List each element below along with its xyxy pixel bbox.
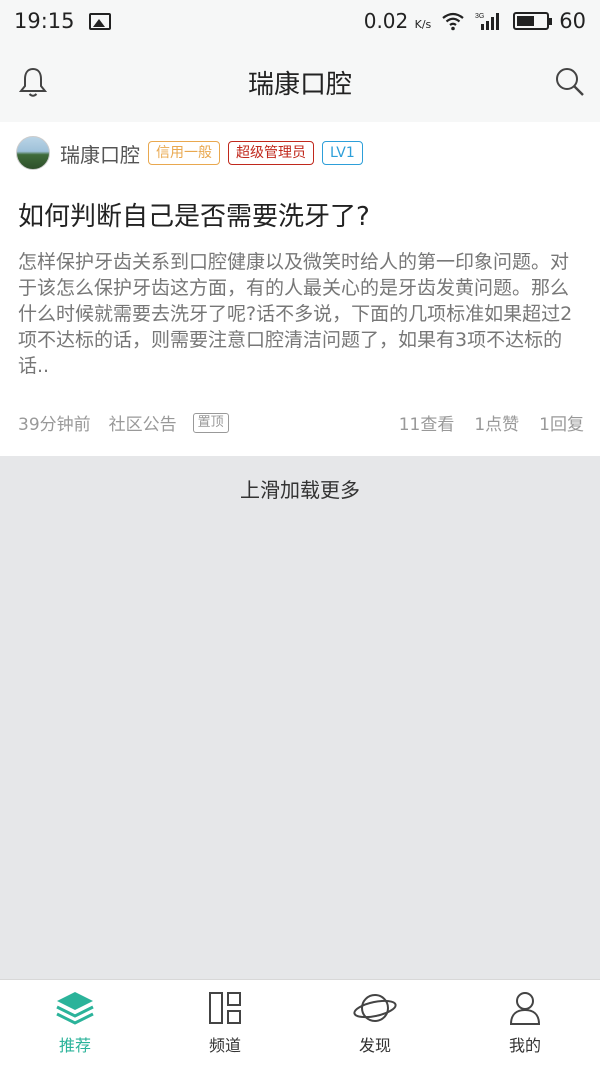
network-speed-value: 0.02 <box>363 9 409 33</box>
tab-discover[interactable]: 发现 <box>300 980 450 1067</box>
level-badge: LV1 <box>322 141 363 165</box>
author-name[interactable]: 瑞康口腔 <box>60 139 140 168</box>
person-icon <box>509 992 541 1025</box>
image-notification-icon <box>88 12 111 30</box>
search-icon[interactable] <box>554 66 586 98</box>
page-title: 瑞康口腔 <box>247 69 352 100</box>
status-time: 19:15 <box>14 9 75 33</box>
post-meta: 39分钟前 社区公告 置顶 11查看 1点赞 1回复 <box>18 410 584 435</box>
role-badge: 超级管理员 <box>228 141 314 165</box>
tab-label-discover: 发现 <box>358 1036 391 1055</box>
pinned-badge: 置顶 <box>192 412 229 433</box>
load-more-hint: 上滑加载更多 <box>240 478 360 502</box>
status-bar: 19:15 0.02 K/s 3G 60 <box>0 0 600 42</box>
avatar[interactable] <box>16 136 50 170</box>
view-count: 11查看 <box>398 415 455 435</box>
post-stats: 11查看 1点赞 1回复 <box>399 410 584 435</box>
battery-level: 60 <box>559 9 586 33</box>
planet-icon <box>353 994 397 1022</box>
bottom-tab-bar: 推荐 频道 发现 我的 <box>0 979 600 1067</box>
tab-label-mine: 我的 <box>508 1036 541 1055</box>
signal-icon: 3G <box>475 13 500 30</box>
wifi-icon <box>442 12 464 31</box>
post-category[interactable]: 社区公告 <box>109 410 177 435</box>
network-speed: 0.02 K/s <box>364 9 432 33</box>
post-card[interactable]: 瑞康口腔 信用一般 超级管理员 LV1 如何判断自己是否需要洗牙了? 怎样保护牙… <box>0 122 600 456</box>
status-right: 0.02 K/s 3G 60 <box>364 9 586 33</box>
network-type: 3G <box>475 13 484 20</box>
author-row: 瑞康口腔 信用一般 超级管理员 LV1 <box>16 136 363 170</box>
post-title[interactable]: 如何判断自己是否需要洗牙了? <box>18 196 370 233</box>
network-speed-unit: K/s <box>414 18 432 31</box>
reply-count[interactable]: 1回复 <box>539 410 584 435</box>
app-header: 瑞康口腔 <box>0 42 600 122</box>
credit-badge: 信用一般 <box>148 141 220 165</box>
tab-mine[interactable]: 我的 <box>450 980 600 1067</box>
post-time: 39分钟前 <box>18 415 91 435</box>
tab-channel[interactable]: 频道 <box>150 980 300 1067</box>
like-count[interactable]: 1点赞 <box>474 410 519 435</box>
tab-recommend[interactable]: 推荐 <box>0 980 150 1067</box>
grid-icon <box>209 992 241 1024</box>
battery-icon <box>513 12 553 30</box>
tab-label-channel: 频道 <box>208 1036 241 1055</box>
post-excerpt[interactable]: 怎样保护牙齿关系到口腔健康以及微笑时给人的第一印象问题。对于该怎么保护牙齿这方面… <box>18 249 584 379</box>
tab-label-recommend: 推荐 <box>58 1036 91 1055</box>
bell-icon[interactable] <box>18 66 48 98</box>
layers-icon <box>56 992 94 1025</box>
